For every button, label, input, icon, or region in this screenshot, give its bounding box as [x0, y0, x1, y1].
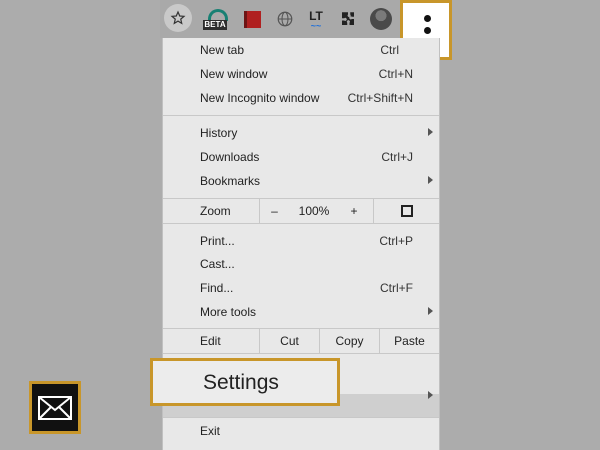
menu-item-print[interactable]: Print... Ctrl+P — [163, 229, 439, 253]
copy-button[interactable]: Copy — [319, 329, 379, 353]
menu-separator — [163, 417, 439, 418]
zoom-level: 100% — [298, 204, 330, 218]
submenu-arrow-icon — [428, 128, 433, 136]
puzzle-icon[interactable] — [336, 7, 360, 31]
edit-row: Edit Cut Copy Paste — [163, 328, 439, 354]
menu-item-cast[interactable]: Cast... — [163, 252, 439, 276]
fullscreen-button[interactable] — [373, 199, 439, 223]
zoom-label: Zoom — [200, 204, 231, 218]
menu-item-exit[interactable]: Exit — [163, 419, 439, 443]
submenu-arrow-icon — [428, 391, 433, 399]
submenu-arrow-icon — [428, 176, 433, 184]
envelope-icon — [38, 395, 72, 420]
zoom-in-button[interactable]: + — [339, 199, 369, 223]
bookmark-star-icon[interactable] — [164, 4, 192, 32]
more-menu-icon — [424, 15, 431, 22]
submenu-arrow-icon — [428, 307, 433, 315]
menu-item-new-tab[interactable]: New tab Ctrl — [163, 38, 439, 62]
menu-separator — [163, 115, 439, 116]
paste-button[interactable]: Paste — [379, 329, 439, 353]
settings-label: Settings — [203, 371, 279, 394]
menu-item-bookmarks[interactable]: Bookmarks — [163, 169, 439, 193]
profile-avatar[interactable] — [370, 8, 392, 30]
book-extension-icon[interactable] — [240, 7, 264, 31]
cut-button[interactable]: Cut — [259, 329, 319, 353]
menu-item-settings[interactable]: Settings — [150, 358, 340, 406]
beta-badge: BETA — [203, 20, 227, 30]
browser-toolbar: BETA LT ~~ — [160, 0, 440, 38]
globe-icon[interactable] — [273, 7, 297, 31]
mail-logo — [29, 381, 81, 434]
menu-item-new-incognito[interactable]: New Incognito window Ctrl+Shift+N — [163, 86, 439, 110]
menu-item-new-window[interactable]: New window Ctrl+N — [163, 62, 439, 86]
menu-item-more-tools[interactable]: More tools — [163, 300, 439, 324]
menu-item-history[interactable]: History — [163, 121, 439, 145]
zoom-out-button[interactable]: – — [259, 199, 289, 223]
menu-item-downloads[interactable]: Downloads Ctrl+J — [163, 145, 439, 169]
lt-wave: ~~ — [310, 21, 322, 31]
edit-label: Edit — [200, 334, 221, 348]
star-icon — [170, 10, 186, 25]
languagetool-icon[interactable]: LT ~~ — [304, 7, 328, 31]
zoom-row: Zoom – 100% + — [163, 198, 439, 224]
beta-extension-icon[interactable]: BETA — [203, 7, 228, 31]
fullscreen-icon — [400, 205, 413, 217]
menu-item-find[interactable]: Find... Ctrl+F — [163, 276, 439, 300]
